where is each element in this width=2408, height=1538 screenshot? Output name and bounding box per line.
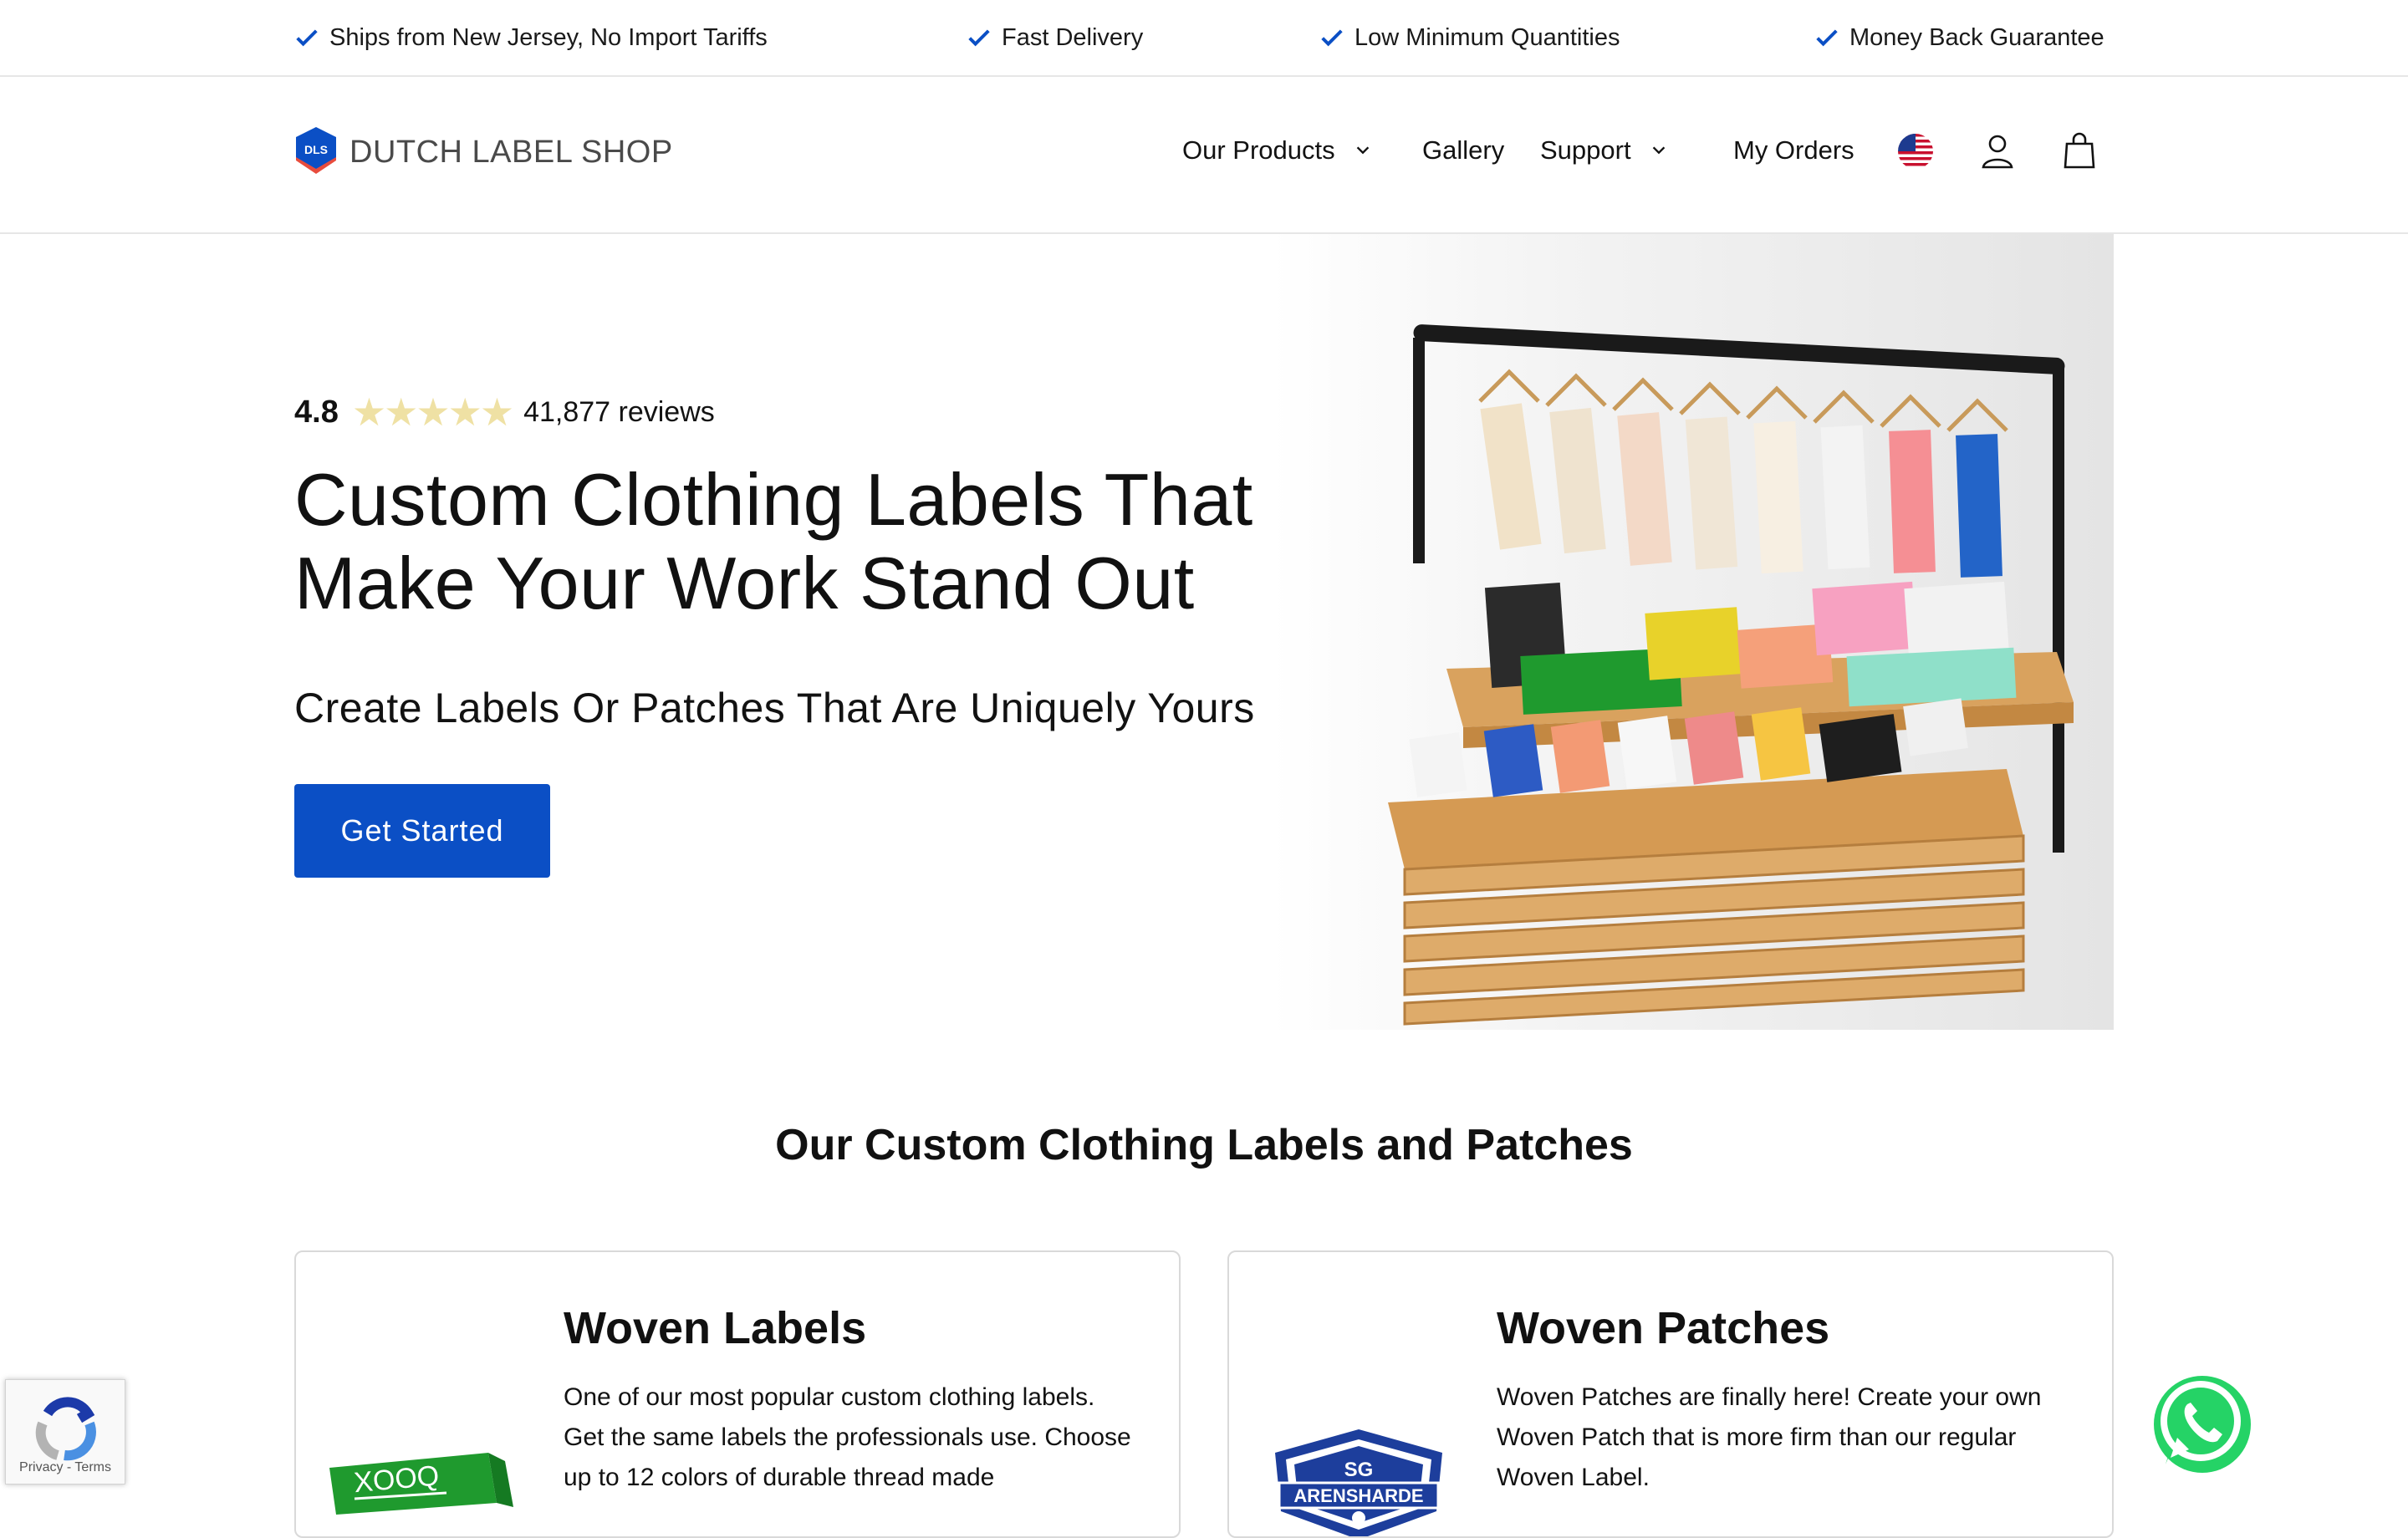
nav-our-products[interactable]: Our Products — [1182, 135, 1372, 166]
card-description: One of our most popular custom clothing … — [564, 1383, 1131, 1491]
card-title: Woven Patches — [1497, 1303, 1830, 1353]
recaptcha-links[interactable]: Privacy - Terms — [6, 1460, 125, 1475]
site-header: DLS DUTCH LABEL SHOP Our Products Galler… — [0, 77, 2408, 234]
woven-label-thumbnail: XOOQ — [329, 1453, 513, 1515]
announcement-text: Ships from New Jersey, No Import Tariffs — [329, 23, 768, 51]
patch-top-text: SG — [1344, 1459, 1374, 1481]
chevron-down-icon — [1356, 146, 1369, 155]
announcement-item: Low Minimum Quantities — [1319, 0, 1620, 75]
woven-patch-thumbnail: SG ARENSHARDE — [1275, 1429, 1442, 1536]
nav-label: Gallery — [1422, 135, 1505, 165]
star-icon: ★ — [416, 390, 451, 434]
announcement-text: Money Back Guarantee — [1849, 23, 2104, 51]
star-icon: ★ — [384, 390, 419, 434]
logo-badge-text: DLS — [304, 143, 328, 156]
announcement-item: Money Back Guarantee — [1814, 0, 2104, 75]
card-description: Woven Patches are finally here! Create y… — [1497, 1383, 2042, 1491]
check-icon — [296, 29, 318, 47]
label-display-illustration — [1271, 234, 2114, 1030]
us-flag-icon[interactable] — [1895, 130, 1936, 172]
patch-main-text: ARENSHARDE — [1293, 1485, 1423, 1506]
site-logo[interactable]: DLS DUTCH LABEL SHOP — [294, 127, 673, 177]
announcement-text: Fast Delivery — [1002, 23, 1144, 51]
hero-image — [1271, 234, 2114, 1030]
chevron-down-icon — [1652, 146, 1665, 155]
star-icon: ★ — [351, 390, 387, 434]
rating-summary: 4.8 ★ ★ ★ ★ ★ 41,877 reviews — [294, 393, 715, 431]
logo-text: DUTCH LABEL SHOP — [349, 134, 673, 170]
recaptcha-badge[interactable]: Privacy - Terms — [5, 1379, 125, 1485]
star-rating: ★ ★ ★ ★ ★ — [351, 390, 515, 434]
nav-my-orders[interactable]: My Orders — [1733, 135, 1854, 166]
logo-shield-icon: DLS — [296, 127, 336, 174]
card-title: Woven Labels — [564, 1303, 867, 1353]
hero-subtitle: Create Labels Or Patches That Are Unique… — [294, 685, 1255, 731]
announcement-text: Low Minimum Quantities — [1354, 23, 1620, 51]
rating-score: 4.8 — [294, 394, 339, 430]
nav-label: Our Products — [1182, 135, 1335, 165]
nav-support[interactable]: Support — [1540, 135, 1668, 166]
announcement-item: Ships from New Jersey, No Import Tariffs — [294, 0, 768, 75]
check-icon — [1321, 29, 1343, 47]
cart-icon[interactable] — [2059, 130, 2100, 172]
reviews-link[interactable]: 41,877 reviews — [523, 396, 715, 429]
nav-gallery[interactable]: Gallery — [1422, 135, 1504, 166]
hero-title: Custom Clothing Labels That Make Your Wo… — [294, 458, 1253, 624]
nav-label: Support — [1540, 135, 1631, 165]
get-started-button[interactable]: Get Started — [294, 784, 550, 878]
whatsapp-icon[interactable] — [2149, 1371, 2252, 1474]
star-icon: ★ — [447, 390, 482, 434]
account-icon[interactable] — [1977, 130, 2018, 172]
check-icon — [968, 29, 990, 47]
check-icon — [1816, 29, 1838, 47]
product-card-woven-patches[interactable]: SG ARENSHARDE Woven Patches Woven Patche… — [1227, 1250, 2114, 1538]
announcement-item: Fast Delivery — [967, 0, 1143, 75]
nav-label: My Orders — [1733, 135, 1854, 165]
star-icon: ★ — [479, 390, 515, 434]
announcement-bar: Ships from New Jersey, No Import Tariffs… — [0, 0, 2408, 77]
section-title: Our Custom Clothing Labels and Patches — [775, 1121, 1633, 1169]
product-card-woven-labels[interactable]: XOOQ Woven Labels One of our most popula… — [294, 1250, 1181, 1538]
